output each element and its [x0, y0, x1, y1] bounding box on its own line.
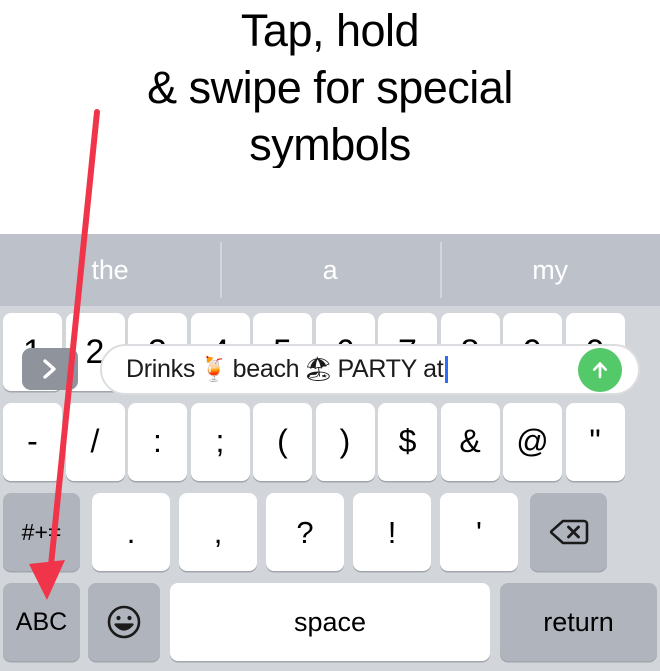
key-ampersand[interactable]: &	[440, 403, 500, 481]
key-label: @	[516, 423, 549, 459]
message-input[interactable]: Drinks 🍹 beach 🏖 PARTY at	[100, 344, 640, 395]
key-label: -	[27, 423, 38, 459]
key-label: $	[398, 423, 417, 459]
key-label: #+=	[21, 518, 62, 545]
key-backspace[interactable]	[530, 493, 607, 571]
keyboard-row-punctuation: #+= . , ? ! '	[0, 490, 660, 574]
key-paren-close[interactable]: )	[315, 403, 375, 481]
annotation-heading: Tap, hold & swipe for special symbols	[0, 0, 660, 172]
key-period[interactable]: .	[92, 493, 170, 571]
key-paren-open[interactable]: (	[253, 403, 312, 481]
expand-button[interactable]	[22, 348, 78, 390]
key-label: ?	[296, 514, 314, 550]
key-at[interactable]: @	[503, 403, 562, 481]
key-label: :	[153, 423, 162, 459]
drink-emoji: 🍹	[199, 355, 229, 383]
keyboard: the a my 1 2 3 4 5 6 7 8 9 0 - / : ; ( )…	[0, 234, 660, 671]
key-colon[interactable]: :	[128, 403, 187, 481]
key-question[interactable]: ?	[266, 493, 344, 571]
key-emoji[interactable]	[88, 583, 160, 661]
predictive-suggestion-bar: the a my	[0, 234, 660, 306]
annotation-heading-line-1: Tap, hold	[240, 5, 420, 56]
key-label: ;	[215, 423, 225, 459]
compose-bar: Drinks 🍹 beach 🏖 PARTY at	[0, 168, 660, 395]
suggestion-item-2[interactable]: a	[220, 234, 440, 306]
chevron-right-icon	[43, 359, 56, 379]
annotation-heading-line-3: symbols	[249, 119, 411, 170]
key-space[interactable]: space	[170, 583, 490, 661]
suggestion-item-1[interactable]: the	[0, 234, 220, 306]
send-button[interactable]	[578, 348, 622, 392]
key-label: space	[293, 606, 367, 637]
key-hyphen[interactable]: -	[3, 403, 62, 481]
message-text-1: Drinks	[126, 355, 196, 383]
key-label: &	[459, 423, 481, 459]
suggestion-item-3[interactable]: my	[440, 234, 660, 306]
key-alt-symbols[interactable]: #+=	[3, 493, 80, 571]
key-exclamation[interactable]: !	[353, 493, 431, 571]
key-semicolon[interactable]: ;	[190, 403, 250, 481]
annotation-heading-line-2: & swipe for special	[147, 62, 513, 113]
key-dollar[interactable]: $	[378, 403, 437, 481]
key-label: ABC	[15, 607, 68, 636]
key-label: (	[277, 423, 288, 459]
keyboard-row-symbols: - / : ; ( ) $ & @ "	[0, 400, 660, 484]
key-label: "	[589, 423, 601, 459]
beach-emoji: 🏖	[303, 355, 334, 383]
key-label: .	[126, 514, 136, 550]
key-label: return	[543, 606, 614, 637]
key-apostrophe[interactable]: '	[440, 493, 518, 571]
key-label: '	[476, 514, 482, 550]
smiley-face-icon	[107, 605, 141, 639]
key-quote-double[interactable]: "	[565, 403, 625, 481]
key-abc[interactable]: ABC	[3, 583, 80, 661]
key-return[interactable]: return	[500, 583, 657, 661]
key-label: )	[339, 423, 351, 459]
message-text-2: beach	[232, 355, 300, 383]
keyboard-row-bottom: ABC space return	[0, 580, 660, 664]
backspace-icon	[549, 519, 588, 545]
message-input-value: Drinks 🍹 beach 🏖 PARTY at	[126, 355, 449, 384]
message-text-3: PARTY at	[337, 355, 444, 383]
key-label: ,	[213, 514, 223, 550]
key-label: !	[387, 514, 397, 550]
key-slash[interactable]: /	[65, 403, 125, 481]
key-label: /	[90, 423, 100, 459]
key-comma[interactable]: ,	[179, 493, 257, 571]
arrow-up-icon	[592, 362, 608, 379]
text-cursor	[445, 356, 449, 383]
